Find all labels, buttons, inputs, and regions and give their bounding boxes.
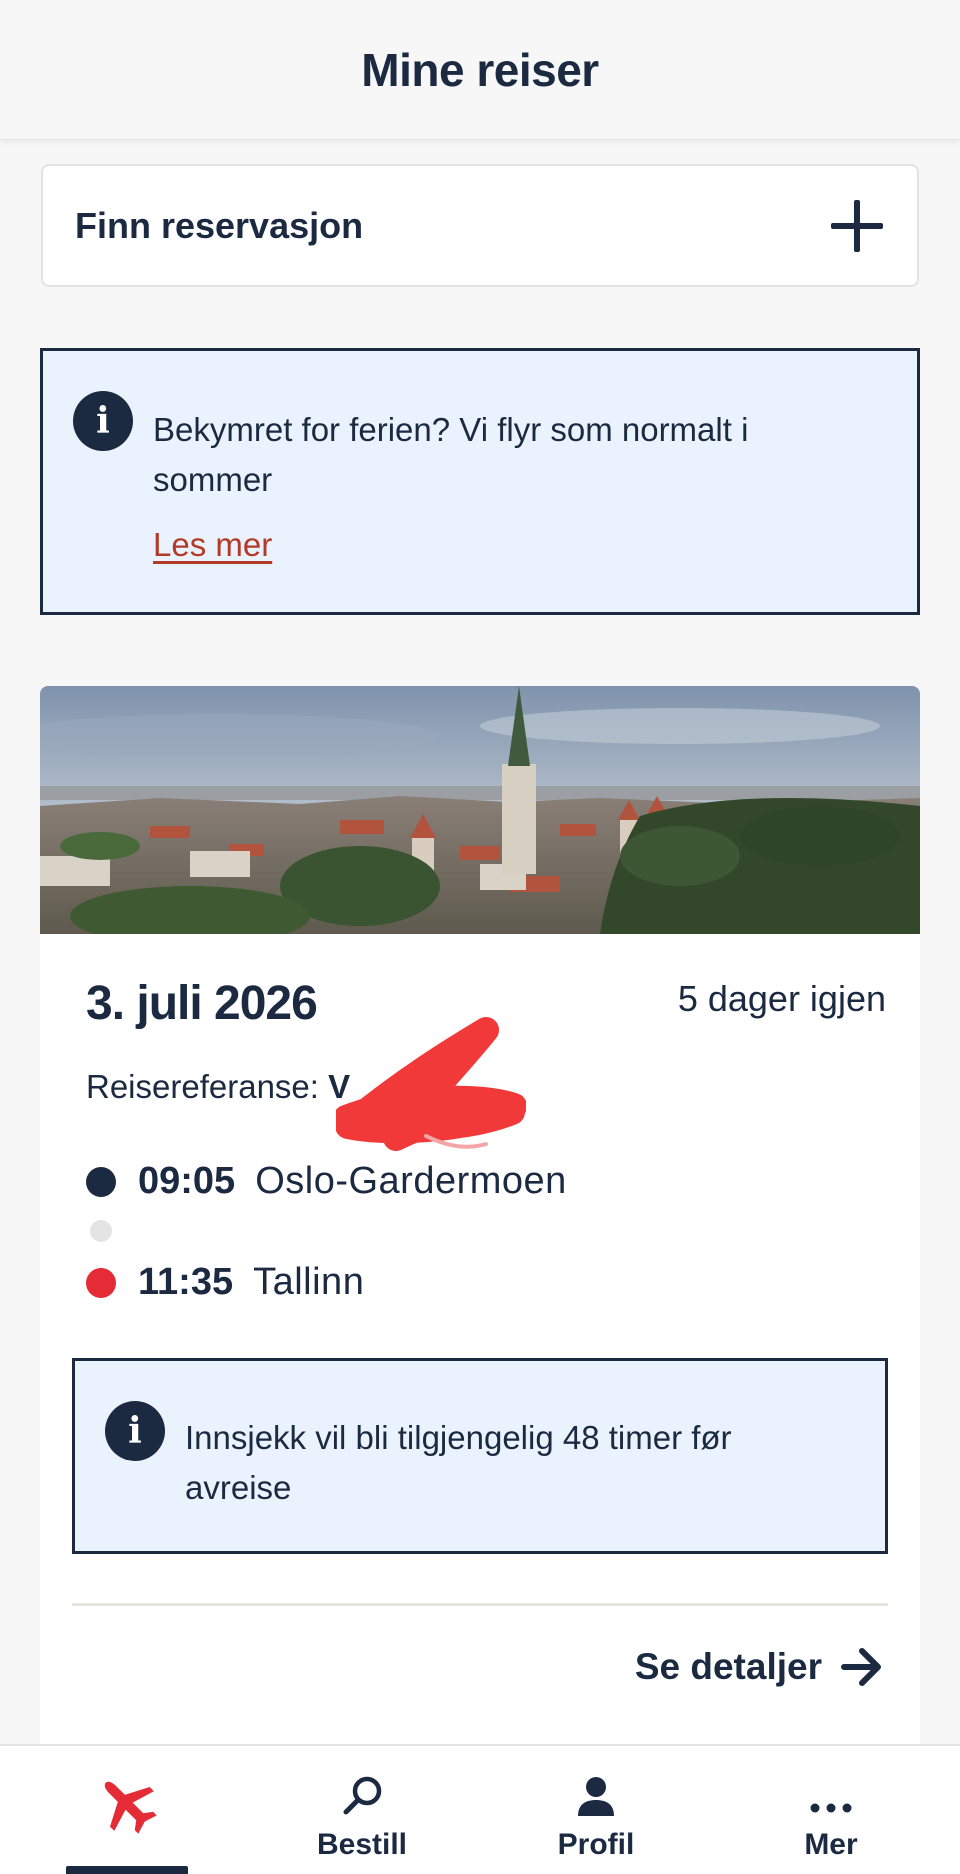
arrival-dot: [86, 1267, 116, 1298]
trip-date: 3. juli 2026: [86, 977, 318, 1030]
nav-more-label: Mer: [804, 1828, 858, 1861]
bottom-navigation: Bestill Profil Mer: [0, 1744, 960, 1874]
find-reservation-button[interactable]: Finn reservasjon: [41, 164, 919, 287]
destination-image: [40, 686, 920, 934]
redaction-scribble: [336, 1017, 526, 1151]
trip-card[interactable]: 3. juli 2026 5 dager igjen Reisereferans…: [40, 686, 920, 1746]
checkin-notice-text: Innsjekk vil bli tilgjengelig 48 timer f…: [185, 1419, 732, 1506]
nav-book-label: Bestill: [316, 1828, 408, 1861]
page-title: Mine reiser: [361, 43, 599, 96]
arrow-right-icon: [841, 1648, 881, 1686]
nav-profile[interactable]: Profil: [476, 1746, 716, 1874]
person-icon: [578, 1777, 614, 1816]
route-connector-dot: [90, 1220, 112, 1242]
departure-time: 09:05: [138, 1160, 236, 1202]
departure-dot: [86, 1166, 116, 1197]
see-details-link[interactable]: Se detaljer: [635, 1646, 884, 1688]
active-tab-indicator: [66, 1866, 188, 1874]
app-screen: Mine reiser Finn reservasjon i Bekymret …: [0, 0, 960, 1874]
days-countdown: 5 dager igjen: [677, 978, 886, 1019]
divider: [72, 1603, 888, 1606]
search-icon: [343, 1776, 382, 1815]
top-bar: Mine reiser: [0, 0, 960, 140]
plane-icon: [104, 1781, 157, 1834]
booking-reference-label: Reisereferanse:: [86, 1068, 319, 1105]
info-icon: i: [73, 391, 133, 451]
find-reservation-label: Finn reservasjon: [75, 204, 364, 246]
more-icon: [810, 1803, 852, 1813]
nav-book[interactable]: Bestill: [242, 1746, 482, 1874]
vacation-notice-banner: i Bekymret for ferien? Vi flyr som norma…: [40, 348, 920, 615]
nav-my-trips[interactable]: [7, 1746, 247, 1874]
arrival-segment: 11:35 Tallinn: [86, 1261, 364, 1304]
nav-profile-label: Profil: [557, 1828, 635, 1861]
see-details-label: Se detaljer: [634, 1646, 822, 1687]
info-icon: i: [105, 1401, 165, 1461]
checkin-notice-banner: i Innsjekk vil bli tilgjengelig 48 timer…: [72, 1358, 888, 1554]
arrival-time: 11:35: [138, 1261, 234, 1303]
vacation-notice-text: Bekymret for ferien? Vi flyr som normalt…: [153, 411, 749, 498]
plus-icon: [831, 199, 883, 252]
read-more-link[interactable]: Les mer: [153, 526, 272, 564]
departure-airport: Oslo-Gardermoen: [255, 1160, 567, 1202]
nav-more[interactable]: Mer: [711, 1746, 951, 1874]
booking-reference: Reisereferanse: V: [86, 1068, 350, 1106]
arrival-airport: Tallinn: [253, 1261, 365, 1303]
departure-segment: 09:05 Oslo-Gardermoen: [86, 1160, 567, 1203]
